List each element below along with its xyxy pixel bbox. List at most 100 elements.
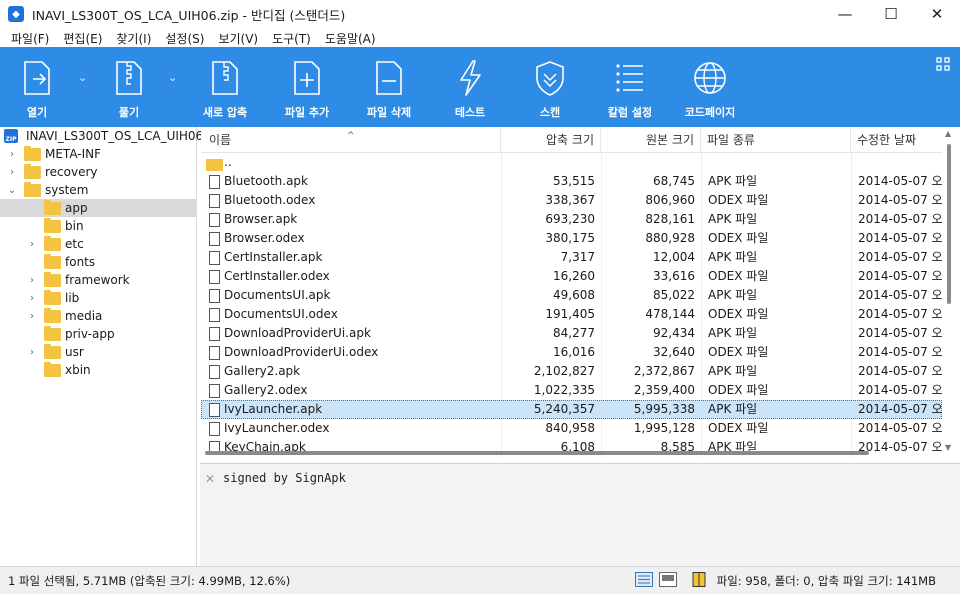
menu-tools[interactable]: 도구(T) — [265, 30, 318, 47]
packed-size: 5,240,357 — [533, 402, 595, 416]
extract-button[interactable]: 풀기 — [94, 47, 164, 127]
folder-tree: ZIP INAVI_LS300T_OS_LCA_UIH06.zip › META-… — [0, 127, 224, 566]
archive-info-icon[interactable] — [690, 572, 708, 587]
scan-button[interactable]: 스캔 — [510, 47, 590, 127]
file-icon — [209, 403, 220, 417]
chevron-right-icon[interactable]: › — [27, 275, 37, 286]
column-settings-icon — [616, 64, 643, 92]
parent-folder-row[interactable]: .. — [201, 153, 942, 172]
scrollbar-thumb[interactable] — [205, 451, 869, 455]
tree-item-etc[interactable]: › etc — [0, 235, 196, 253]
chevron-right-icon[interactable]: › — [7, 167, 17, 178]
file-row[interactable]: CertInstaller.apk 7,317 12,004 APK 파일 2014-0… — [201, 248, 942, 267]
tree-item-lib[interactable]: › lib — [0, 289, 196, 307]
menu-find[interactable]: 찾기(I) — [109, 30, 158, 47]
file-row[interactable]: DocumentsUI.apk 49,608 85,022 APK 파일 2014-05… — [201, 286, 942, 305]
chevron-right-icon[interactable]: › — [27, 239, 37, 250]
test-button[interactable]: 테스트 — [430, 47, 510, 127]
menu-settings[interactable]: 설정(S) — [158, 30, 211, 47]
file-type: APK 파일 — [708, 326, 758, 340]
packed-size: 1,022,335 — [533, 383, 595, 397]
tree-item-xbin[interactable]: xbin — [0, 361, 196, 379]
chevron-right-icon[interactable]: › — [7, 149, 17, 160]
original-size: 2,372,867 — [633, 364, 695, 378]
file-row[interactable]: Browser.odex 380,175 880,928 ODEX 파일 2014-05… — [201, 229, 942, 248]
column-settings-button[interactable]: 칼럼 설정 — [590, 47, 670, 127]
codepage-button[interactable]: 코드페이지 — [670, 47, 750, 127]
chevron-down-icon[interactable]: ⌄ — [7, 185, 17, 196]
column-modified-header[interactable]: 수정한 날짜 — [851, 127, 942, 153]
details-view-icon[interactable] — [635, 572, 653, 587]
original-size: 85,022 — [653, 288, 695, 302]
tree-item-fonts[interactable]: fonts — [0, 253, 196, 271]
comment-text: signed by SignApk — [223, 471, 346, 485]
menu-edit[interactable]: 편집(E) — [56, 30, 109, 47]
tree-item-media[interactable]: › media — [0, 307, 196, 325]
file-row[interactable]: IvyLauncher.apk 5,240,357 5,995,338 APK 파일 2… — [201, 400, 942, 419]
modified-date: 2014-05-07 오후 — [858, 193, 942, 207]
tree-item-META-INF[interactable]: › META-INF — [0, 145, 196, 163]
menu-bar: 파일(F) 편집(E) 찾기(I) 설정(S) 보기(V) 도구(T) 도움말(… — [0, 28, 960, 48]
extract-dropdown-button[interactable]: ⌄ — [164, 47, 184, 127]
tree-item-system[interactable]: ⌄ system — [0, 181, 196, 199]
tree-item-priv-app[interactable]: priv-app — [0, 325, 196, 343]
column-type-header[interactable]: 파일 종류 — [701, 127, 851, 153]
menu-file[interactable]: 파일(F) — [4, 30, 56, 47]
file-name: DownloadProviderUi.odex — [224, 345, 379, 359]
tree-item-app[interactable]: app — [0, 199, 196, 217]
file-row[interactable]: Bluetooth.apk 53,515 68,745 APK 파일 2014-05-0… — [201, 172, 942, 191]
codepage-label: 코드페이지 — [684, 106, 736, 119]
column-packed-header[interactable]: 압축 크기 — [501, 127, 601, 153]
scroll-up-icon[interactable]: ▲ — [945, 129, 951, 138]
packed-size: 49,608 — [553, 288, 595, 302]
folder-icon — [44, 326, 61, 341]
new-archive-button[interactable]: 새로 압축 — [184, 47, 266, 127]
grid-menu-icon[interactable] — [936, 57, 950, 71]
maximize-button[interactable]: ☐ — [868, 0, 914, 28]
tree-item-framework[interactable]: › framework — [0, 271, 196, 289]
file-row[interactable]: CertInstaller.odex 16,260 33,616 ODEX 파일 201… — [201, 267, 942, 286]
tree-item-usr[interactable]: › usr — [0, 343, 196, 361]
tree-item-recovery[interactable]: › recovery — [0, 163, 196, 181]
scroll-down-icon[interactable]: ▼ — [945, 443, 951, 452]
file-row[interactable]: DownloadProviderUi.apk 84,277 92,434 APK 파일… — [201, 324, 942, 343]
open-dropdown-button[interactable]: ⌄ — [74, 47, 94, 127]
list-horizontal-scrollbar[interactable] — [201, 449, 942, 457]
add-file-button[interactable]: 파일 추가 — [266, 47, 348, 127]
packed-size: 16,260 — [553, 269, 595, 283]
modified-date: 2014-05-07 오후 — [858, 345, 942, 359]
close-comment-icon[interactable]: ✕ — [205, 472, 215, 486]
modified-date: 2014-05-07 오후 — [858, 326, 942, 340]
column-name-header[interactable]: 이름 ^ — [201, 127, 501, 153]
delete-file-button[interactable]: 파일 삭제 — [348, 47, 430, 127]
menu-view[interactable]: 보기(V) — [211, 30, 265, 47]
file-row[interactable]: Gallery2.odex 1,022,335 2,359,400 ODEX 파일 20… — [201, 381, 942, 400]
file-row[interactable]: DocumentsUI.odex 191,405 478,144 ODEX 파일 201… — [201, 305, 942, 324]
file-name: DownloadProviderUi.apk — [224, 326, 371, 340]
file-row[interactable]: IvyLauncher.odex 840,958 1,995,128 ODEX 파일 2… — [201, 419, 942, 438]
close-button[interactable]: ✕ — [914, 0, 960, 28]
file-row[interactable]: Gallery2.apk 2,102,827 2,372,867 APK 파일 2014… — [201, 362, 942, 381]
open-button[interactable]: 열기 — [0, 47, 74, 127]
file-row[interactable]: DownloadProviderUi.odex 16,016 32,640 ODEX … — [201, 343, 942, 362]
chevron-right-icon[interactable]: › — [27, 311, 37, 322]
file-type: APK 파일 — [708, 364, 758, 378]
tree-root[interactable]: ZIP INAVI_LS300T_OS_LCA_UIH06.zip — [0, 127, 224, 145]
list-vertical-scrollbar[interactable]: ▲ ▼ — [942, 127, 956, 457]
window-title: INAVI_LS300T_OS_LCA_UIH06.zip - 반디집 (스탠더… — [32, 7, 346, 23]
chevron-right-icon[interactable]: › — [27, 293, 37, 304]
menu-help[interactable]: 도움말(A) — [318, 30, 383, 47]
file-icon — [209, 289, 220, 303]
zip-icon: ZIP — [4, 129, 18, 143]
tree-item-bin[interactable]: bin — [0, 217, 196, 235]
modified-date: 2014-05-07 오후 — [858, 231, 942, 245]
file-row[interactable]: Bluetooth.odex 338,367 806,960 ODEX 파일 2014-… — [201, 191, 942, 210]
minimize-button[interactable]: — — [822, 0, 868, 28]
preview-pane-icon[interactable] — [659, 572, 677, 587]
file-name: Browser.apk — [224, 212, 298, 226]
file-row[interactable]: Browser.apk 693,230 828,161 APK 파일 2014-05-0… — [201, 210, 942, 229]
column-original-header[interactable]: 원본 크기 — [601, 127, 701, 153]
chevron-right-icon[interactable]: › — [27, 347, 37, 358]
file-icon — [209, 270, 220, 284]
scrollbar-thumb[interactable] — [947, 144, 951, 304]
